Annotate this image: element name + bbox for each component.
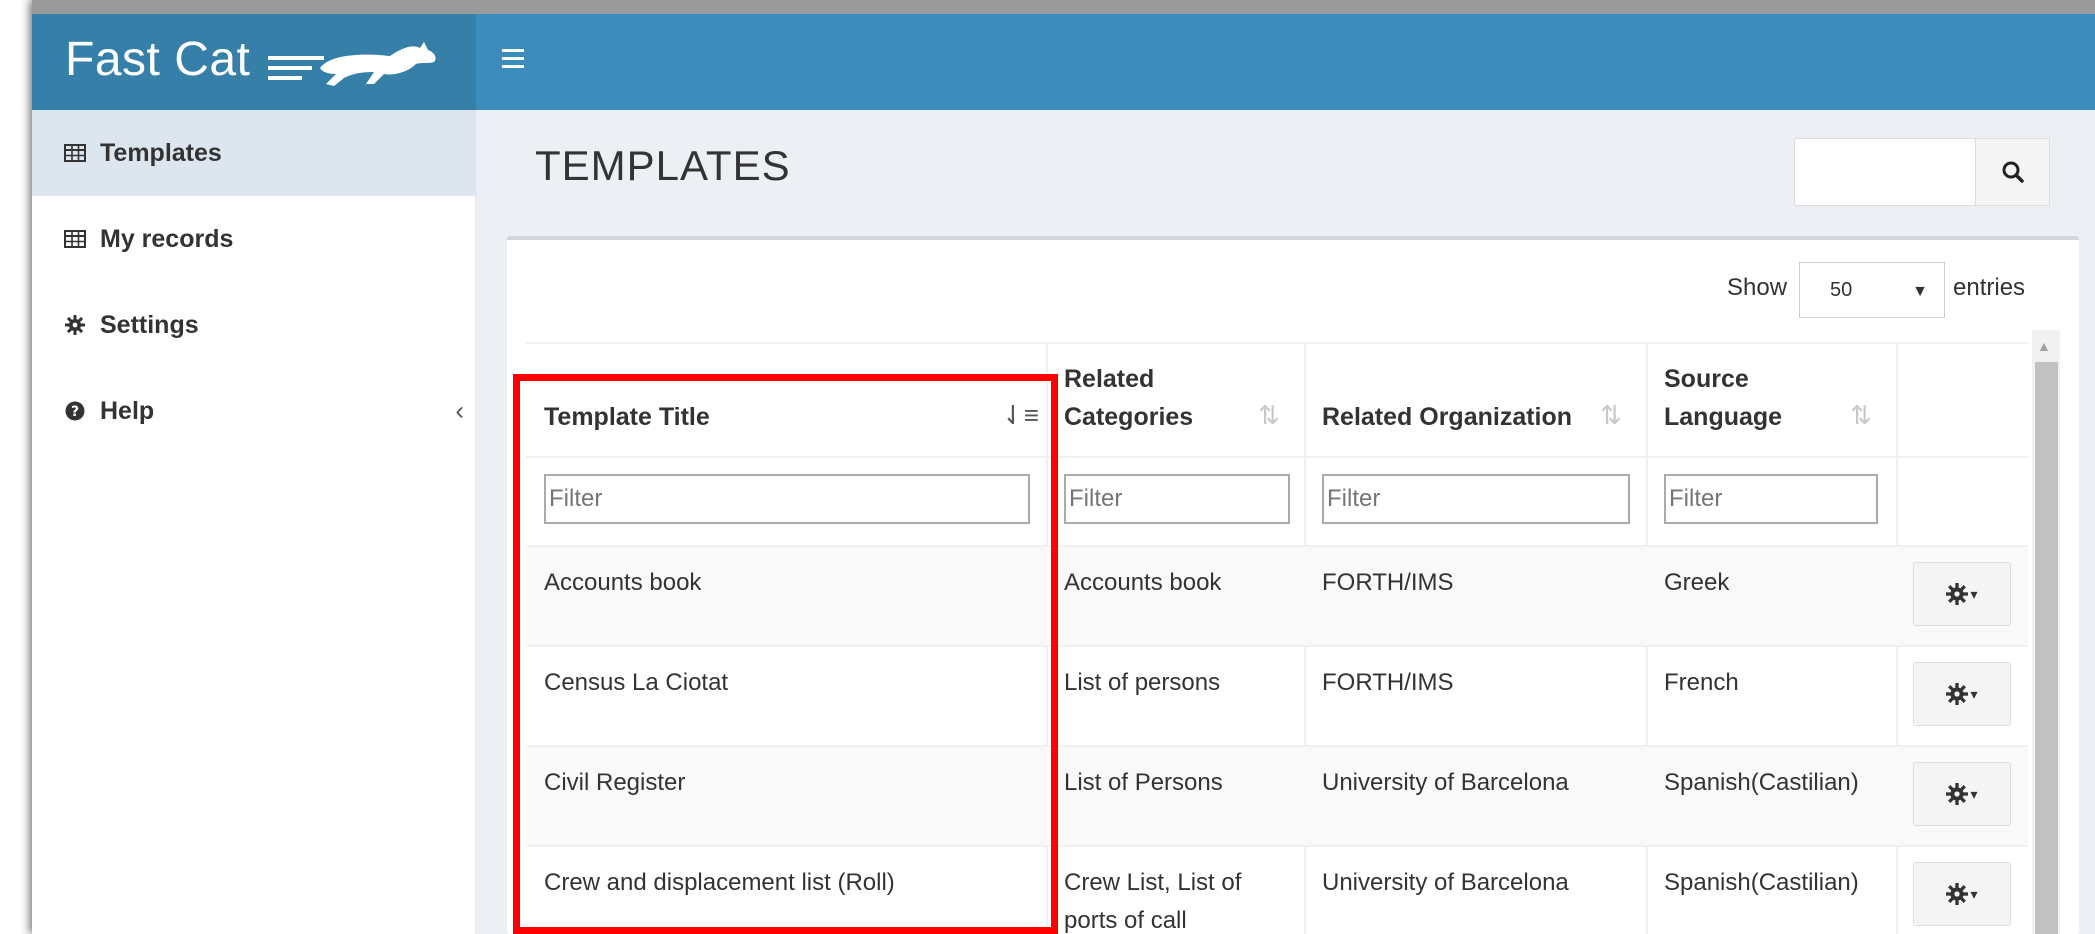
row-actions-button[interactable]: ▾: [1913, 762, 2011, 826]
cell-related-organization: FORTH/IMS: [1322, 569, 1454, 596]
caret-down-icon: ▾: [1970, 785, 1978, 802]
cell-source-language: French: [1664, 669, 1739, 696]
column-header-label: Related Organization: [1322, 403, 1573, 431]
sort-ascending-icon: ⇃≡: [1002, 400, 1039, 430]
cell-template-title: Accounts book: [544, 569, 702, 596]
column-header-label: Related: [1064, 365, 1155, 393]
table-row[interactable]: [526, 545, 2028, 645]
window-top-border: [32, 0, 2095, 14]
sidebar-item-settings[interactable]: Settings: [32, 282, 476, 368]
caret-down-icon: ▼: [1912, 283, 1928, 300]
sidebar-item-label: Settings: [100, 310, 199, 339]
logo[interactable]: Fast Cat: [32, 14, 476, 110]
gear-icon: [1946, 583, 1969, 605]
row-actions-button[interactable]: ▾: [1913, 862, 2011, 926]
table-row[interactable]: [526, 645, 2028, 745]
caret-down-icon: ▾: [1970, 585, 1978, 602]
sidebar-item-help[interactable]: ? Help ‹: [32, 368, 476, 454]
cell-template-title: Crew and displacement list (Roll): [544, 869, 895, 896]
table-icon: [62, 142, 88, 164]
filter-related-categories[interactable]: [1064, 474, 1290, 524]
cell-related-organization: University of Barcelona: [1322, 869, 1569, 896]
column-header-label: Language: [1664, 403, 1783, 431]
caret-down-icon: ▾: [1970, 885, 1978, 902]
app-window: Fast Cat Templates My records Settings ?…: [32, 0, 2095, 934]
show-label: Show: [1727, 274, 1788, 301]
sidebar-item-label: Templates: [100, 138, 222, 167]
cell-related-categories: Accounts book: [1064, 569, 1222, 596]
header-bottom-border: [526, 456, 2028, 458]
svg-text:?: ?: [71, 404, 79, 420]
main-header: Fast Cat: [32, 14, 2095, 110]
entries-per-page-select[interactable]: 50 ▼: [1799, 262, 1945, 318]
row-actions-button[interactable]: ▾: [1913, 562, 2011, 626]
page-title: TEMPLATES: [535, 142, 791, 189]
scrollbar-thumb[interactable]: [2035, 362, 2058, 934]
column-header-label: Template Title: [544, 403, 710, 431]
sidebar: Templates My records Settings ? Help ‹: [32, 110, 476, 934]
gear-icon: [62, 314, 88, 336]
row-border: [526, 645, 2028, 647]
sort-icon: ⇅: [1600, 400, 1622, 430]
scroll-up-arrow-icon[interactable]: ▲: [2037, 338, 2051, 354]
question-circle-icon: ?: [62, 400, 88, 422]
search-button[interactable]: [1976, 138, 2050, 206]
column-header-label: Source: [1664, 365, 1749, 393]
row-border: [526, 745, 2028, 747]
cell-related-organization: University of Barcelona: [1322, 769, 1569, 796]
cell-related-categories: List of Persons: [1064, 769, 1223, 796]
row-actions-button[interactable]: ▾: [1913, 662, 2011, 726]
gear-icon: [1946, 783, 1969, 805]
running-cat-icon: [268, 42, 436, 86]
header-top-border: [526, 342, 2028, 344]
filter-source-language[interactable]: [1664, 474, 1878, 524]
entries-label: entries: [1953, 274, 2026, 301]
column-header-label: Categories: [1064, 403, 1194, 431]
sidebar-item-templates[interactable]: Templates: [32, 110, 476, 196]
cell-template-title: Civil Register: [544, 769, 686, 796]
sort-icon: ⇅: [1850, 400, 1872, 430]
search-icon: [2002, 161, 2024, 183]
cell-related-organization: FORTH/IMS: [1322, 669, 1454, 696]
table-icon: [62, 228, 88, 250]
sidebar-item-label: Help: [100, 396, 155, 425]
cell-source-language: Spanish(Castilian): [1664, 869, 1859, 896]
cell-source-language: Spanish(Castilian): [1664, 769, 1859, 796]
sidebar-item-label: My records: [100, 224, 234, 253]
menu-toggle-button[interactable]: [502, 44, 538, 80]
entries-per-page-value: 50: [1830, 278, 1853, 301]
cell-related-categories: List of persons: [1064, 669, 1221, 696]
cell-related-categories: Crew List, List of: [1064, 869, 1242, 896]
cell-related-categories-line2: ports of call: [1064, 907, 1187, 934]
caret-down-icon: ▾: [1970, 685, 1978, 702]
cell-source-language: Greek: [1664, 569, 1730, 596]
app-name: Fast Cat: [65, 33, 251, 86]
sort-icon: ⇅: [1258, 400, 1280, 430]
row-border: [526, 845, 2028, 847]
filter-template-title[interactable]: [544, 474, 1030, 524]
chevron-left-icon[interactable]: ‹: [455, 396, 464, 427]
gear-icon: [1946, 683, 1969, 705]
gear-icon: [1946, 883, 1969, 905]
search-input[interactable]: [1794, 138, 1976, 206]
filter-related-organization[interactable]: [1322, 474, 1630, 524]
cell-template-title: Census La Ciotat: [544, 669, 729, 696]
sidebar-item-my-records[interactable]: My records: [32, 196, 476, 282]
row-border: [526, 545, 2028, 547]
